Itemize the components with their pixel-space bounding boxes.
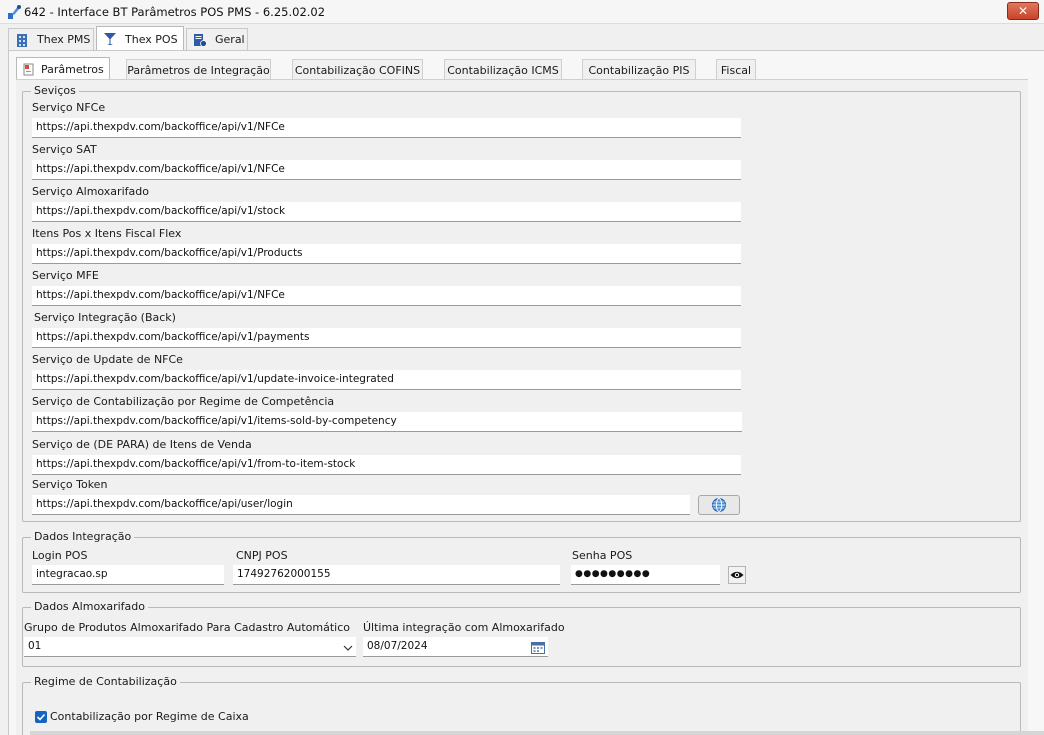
app-icon <box>8 5 21 19</box>
group-legend: Regime de Contabilização <box>31 675 180 688</box>
service-mfe-input[interactable]: https://api.thexpdv.com/backoffice/api/v… <box>32 286 741 306</box>
tab-contabilizacao-cofins[interactable]: Contabilização COFINS <box>292 59 423 80</box>
service-contabilizacao-competencia-input[interactable]: https://api.thexpdv.com/backoffice/api/v… <box>32 412 742 432</box>
tab-parametros-integracao[interactable]: Parâmetros de Integração <box>126 59 271 80</box>
service-update-nfce-input[interactable]: https://api.thexpdv.com/backoffice/api/v… <box>32 370 741 390</box>
itens-pos-fiscal-input[interactable]: https://api.thexpdv.com/backoffice/api/v… <box>32 244 741 264</box>
service-sat-input[interactable]: https://api.thexpdv.com/backoffice/api/v… <box>32 160 741 180</box>
cnpj-pos-label: CNPJ POS <box>236 549 288 562</box>
tab-thex-pos[interactable]: Thex POS <box>96 26 184 51</box>
eye-icon <box>730 571 744 579</box>
cnpj-pos-input[interactable]: 17492762000155 <box>233 565 560 585</box>
tab-label: Thex POS <box>125 32 178 46</box>
globe-icon <box>712 498 726 512</box>
tab-label: Thex PMS <box>37 33 91 46</box>
field-label: Serviço de (DE PARA) de Itens de Venda <box>32 438 252 451</box>
window-title: 642 - Interface BT Parâmetros POS PMS - … <box>24 5 326 19</box>
field-label: Serviço SAT <box>32 143 97 156</box>
regime-caixa-label: Contabilização por Regime de Caixa <box>50 710 249 723</box>
field-label: Serviço NFCe <box>32 101 106 114</box>
chevron-down-icon[interactable] <box>343 643 353 653</box>
regime-group: Regime de Contabilização <box>22 675 1021 735</box>
service-integracao-back-input[interactable]: https://api.thexpdv.com/backoffice/api/v… <box>32 328 741 348</box>
service-token-input[interactable]: https://api.thexpdv.com/backoffice/api/u… <box>32 495 690 515</box>
group-legend: Seviços <box>31 84 79 97</box>
tab-geral[interactable]: Geral <box>186 28 248 50</box>
group-produtos-label: Grupo de Produtos Almoxarifado Para Cada… <box>24 621 350 634</box>
tab-thex-pms[interactable]: Thex PMS <box>8 28 94 50</box>
calendar-icon[interactable] <box>531 641 545 654</box>
horizontal-scrollbar[interactable] <box>30 731 1044 735</box>
field-label: Itens Pos x Itens Fiscal Flex <box>32 227 182 240</box>
field-label: Serviço Almoxarifado <box>32 185 149 198</box>
tab-contabilizacao-pis[interactable]: Contabilização PIS <box>582 59 696 80</box>
tab-label: Parâmetros <box>41 62 104 76</box>
service-nfce-input[interactable]: https://api.thexpdv.com/backoffice/api/v… <box>32 118 741 138</box>
regime-caixa-checkbox[interactable] <box>35 711 47 723</box>
ultima-integracao-date[interactable]: 08/07/2024 <box>363 637 548 657</box>
service-almoxarifado-input[interactable]: https://api.thexpdv.com/backoffice/api/v… <box>32 202 741 222</box>
field-label: Serviço de Contabilização por Regime de … <box>32 395 335 408</box>
field-label: Serviço de Update de NFCe <box>32 353 183 366</box>
login-pos-label: Login POS <box>32 549 88 562</box>
field-label: Serviço Token <box>32 478 108 491</box>
settings-document-icon <box>194 33 207 47</box>
field-label: Serviço Integração (Back) <box>34 311 176 324</box>
senha-pos-label: Senha POS <box>572 549 633 562</box>
login-pos-input[interactable]: integracao.sp <box>32 565 224 585</box>
document-icon <box>23 63 34 75</box>
title-bar: 642 - Interface BT Parâmetros POS PMS - … <box>0 0 1044 24</box>
tab-parametros[interactable]: Parâmetros <box>16 57 110 80</box>
service-de-para-input[interactable]: https://api.thexpdv.com/backoffice/api/v… <box>32 455 741 475</box>
building-icon <box>17 33 27 47</box>
tab-contabilizacao-icms[interactable]: Contabilização ICMS <box>444 59 562 80</box>
close-button[interactable]: ✕ <box>1007 2 1039 20</box>
group-legend: Dados Almoxarifado <box>31 600 148 613</box>
show-password-button[interactable] <box>728 566 746 584</box>
group-produtos-select[interactable]: 01 <box>24 637 356 657</box>
group-legend: Dados Integração <box>31 530 135 543</box>
field-label: Serviço MFE <box>32 269 99 282</box>
tab-label: Geral <box>215 33 245 46</box>
tab-fiscal[interactable]: Fiscal <box>716 59 756 80</box>
cocktail-icon <box>104 33 116 45</box>
senha-pos-input[interactable]: ●●●●●●●●● <box>571 565 720 585</box>
check-icon <box>36 713 46 721</box>
test-connection-button[interactable] <box>698 495 740 515</box>
ultima-integracao-label: Última integração com Almoxarifado <box>363 621 565 634</box>
